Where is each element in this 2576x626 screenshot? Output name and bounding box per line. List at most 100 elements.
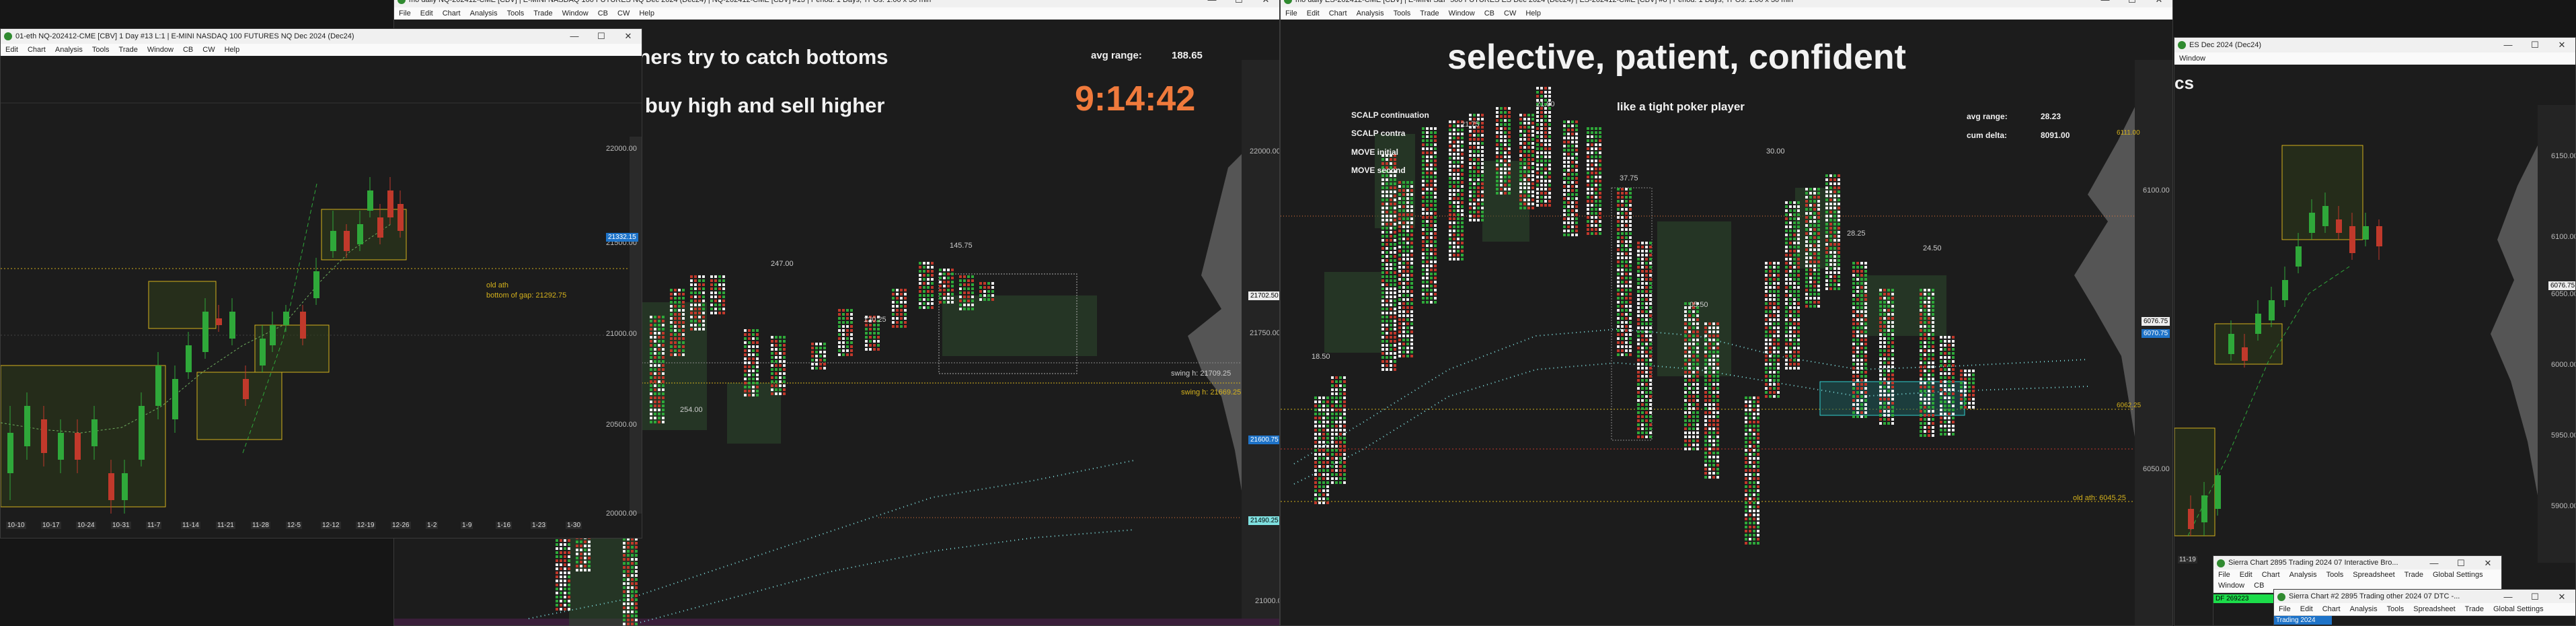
candle — [330, 231, 336, 251]
tpo-print — [1394, 368, 1396, 371]
menu-item-cb[interactable]: CB — [178, 44, 198, 56]
tpo-print — [1422, 228, 1425, 231]
menu-item-analysis[interactable]: Analysis — [465, 7, 502, 20]
menu-item-tools[interactable]: Tools — [502, 7, 529, 20]
tpo-print — [1402, 258, 1405, 260]
es-tpo-chart-window[interactable]: mo daily ES-202412-CME [CBV] | E-MINI S&… — [1280, 0, 2173, 626]
tpo-print — [1692, 403, 1695, 406]
tpo-print — [1825, 203, 1828, 205]
tpo-print — [783, 368, 786, 371]
tpo-print — [1641, 282, 1644, 285]
tpo-print — [1402, 351, 1405, 353]
tpo-print — [1381, 235, 1384, 238]
menu-item-chart[interactable]: Chart — [438, 7, 465, 20]
menu-item-help[interactable]: Help — [634, 7, 659, 20]
menu-item-file[interactable]: File — [394, 7, 416, 20]
minimize-button[interactable]: — — [561, 29, 588, 44]
tpo-print — [1852, 343, 1855, 345]
tpo-print — [568, 539, 570, 542]
nq-daily-chart-window[interactable]: 01-eth NQ-202412-CME [CBV] 1 Day #13 L:1… — [0, 28, 642, 538]
menu-item[interactable]: Window — [2174, 53, 2210, 65]
tpo-print — [1637, 335, 1640, 337]
tpo-print — [1434, 151, 1437, 154]
tpo-print — [1434, 228, 1437, 231]
tpo-print — [877, 324, 880, 326]
menu-item-file[interactable]: File — [1281, 7, 1302, 20]
tpo-print — [1386, 219, 1388, 221]
tpo-print — [987, 282, 990, 285]
tpo-print — [900, 325, 903, 328]
tpo-print — [1753, 538, 1755, 541]
tpo-print — [1645, 310, 1648, 313]
close-button[interactable]: ✕ — [615, 29, 642, 44]
maximize-button[interactable]: ☐ — [2119, 0, 2146, 7]
menu-item-cw[interactable]: CW — [1499, 7, 1521, 20]
maximize-button[interactable]: ☐ — [588, 29, 615, 44]
tpo-print — [1591, 143, 1593, 146]
tpo-print — [869, 324, 872, 326]
close-button[interactable]: ✕ — [2146, 0, 2172, 7]
menu-item-analysis[interactable]: Analysis — [50, 44, 87, 56]
menu-item-edit[interactable]: Edit — [416, 7, 438, 20]
tpo-print — [1318, 493, 1321, 496]
tpo-print — [1449, 141, 1451, 143]
tpo-print — [1817, 212, 1820, 215]
maximize-button[interactable]: ☐ — [2522, 38, 2548, 53]
menu-item-chart[interactable]: Chart — [23, 44, 50, 56]
close-button[interactable]: ✕ — [1252, 0, 1279, 7]
tpo-print — [1829, 287, 1832, 290]
chart-area[interactable]: cs 6150.00 6100.00 6050.00 6000.00 5950.… — [2174, 65, 2575, 625]
menu-item-window[interactable]: Window — [143, 44, 178, 56]
tpo-print — [850, 337, 853, 340]
menu-item-trade[interactable]: Trade — [114, 44, 143, 56]
menu-item-edit[interactable]: Edit — [1, 44, 23, 56]
chart-area[interactable]: selective, patient, confident like a tig… — [1281, 20, 2172, 625]
menu-item-cb[interactable]: CB — [1480, 7, 1499, 20]
menu-item-help[interactable]: Help — [1521, 7, 1546, 20]
title-bar[interactable]: Sierra Chart 2895 Trading 2024 07 Intera… — [2213, 556, 2501, 569]
title-bar[interactable]: mo daily NQ-202412-CME [CBV] | E-MINI NA… — [394, 0, 1279, 7]
tpo-print — [1809, 216, 1812, 219]
tpo-print — [1833, 231, 1836, 234]
tpo-print — [1712, 423, 1715, 426]
tpo-print — [919, 298, 921, 301]
menu-item-window[interactable]: Window — [1444, 7, 1480, 20]
menu-item-tools[interactable]: Tools — [1389, 7, 1416, 20]
menu-item-cw[interactable]: CW — [613, 7, 634, 20]
menu-item-chart[interactable]: Chart — [1324, 7, 1352, 20]
menu-item-window[interactable]: Window — [558, 7, 593, 20]
tpo-print — [1692, 395, 1695, 398]
title-bar[interactable]: ES Dec 2024 (Dec24) — ☐ ✕ — [2174, 38, 2575, 53]
tpo-print — [1924, 289, 1926, 291]
maximize-button[interactable]: ☐ — [1225, 0, 1252, 7]
es-daily-chart-window[interactable]: ES Dec 2024 (Dec24) — ☐ ✕ Window cs 6150.0… — [2174, 37, 2576, 626]
tpo-print — [846, 309, 849, 312]
menu-item-cb[interactable]: CB — [593, 7, 613, 20]
menu-item-help[interactable]: Help — [220, 44, 245, 56]
menu-item-edit[interactable]: Edit — [1302, 7, 1324, 20]
minimize-button[interactable]: — — [2495, 38, 2522, 53]
tpo-print — [698, 324, 701, 326]
close-button[interactable]: ✕ — [2548, 38, 2575, 53]
menu-item-trade[interactable]: Trade — [1415, 7, 1443, 20]
menu-item-trade[interactable]: Trade — [529, 7, 557, 20]
title-bar[interactable]: 01-eth NQ-202412-CME [CBV] 1 Day #13 L:1… — [1, 29, 642, 44]
menu-item-analysis[interactable]: Analysis — [1352, 7, 1389, 20]
tpo-print — [1645, 274, 1648, 277]
tpo-print — [1617, 228, 1620, 231]
tpo-print — [1716, 468, 1719, 471]
chart-area[interactable]: old ath bottom of gap: 21292.75 22000.00… — [1, 56, 642, 538]
menu-item-cw[interactable]: CW — [198, 44, 219, 56]
minimize-button[interactable]: — — [2092, 0, 2119, 7]
menu-item-tools[interactable]: Tools — [87, 44, 114, 56]
candlestick-chart[interactable] — [2174, 65, 2575, 625]
tpo-print — [1809, 269, 1812, 271]
tpo-print — [1641, 423, 1644, 426]
tpo-print — [1940, 376, 1942, 379]
tpo-print — [1587, 127, 1589, 130]
tpo-print — [1449, 153, 1451, 155]
tpo-print — [1932, 390, 1934, 392]
title-bar[interactable]: mo daily ES-202412-CME [CBV] | E-MINI S&… — [1281, 0, 2172, 7]
tpo-print — [1519, 154, 1522, 157]
minimize-button[interactable]: — — [1199, 0, 1225, 7]
